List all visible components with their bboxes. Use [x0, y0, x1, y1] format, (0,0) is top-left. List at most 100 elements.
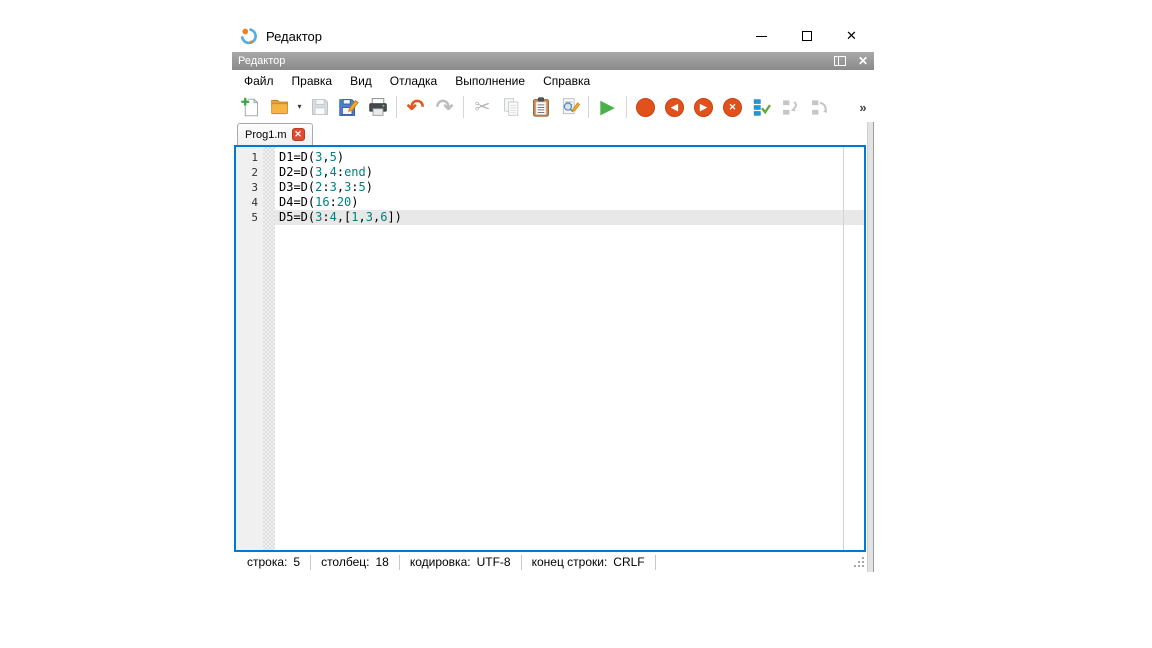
- window-controls: ✕: [739, 20, 874, 52]
- code-token: :: [330, 195, 337, 209]
- previous-breakpoint-button[interactable]: ◀: [660, 94, 689, 121]
- new-file-button[interactable]: [236, 94, 265, 121]
- code-line-3[interactable]: D3=D(2:3,3:5): [275, 180, 864, 195]
- close-icon: ✕: [846, 28, 857, 44]
- code-token: ,: [337, 180, 344, 194]
- save-button[interactable]: [305, 94, 334, 121]
- code-token: ,[: [337, 210, 351, 224]
- code-token: ): [366, 165, 373, 179]
- dock-close-icon[interactable]: ✕: [858, 55, 868, 67]
- status-eol-label: конец строки:: [532, 555, 608, 569]
- run-button[interactable]: ▶: [593, 94, 622, 121]
- code-token: 5: [359, 180, 366, 194]
- toolbar-overflow-button[interactable]: »: [855, 92, 871, 122]
- toolbar-separator: [463, 96, 464, 118]
- menu-item-edit[interactable]: Правка: [283, 72, 342, 90]
- paste-button[interactable]: [526, 94, 555, 121]
- code-line-5[interactable]: D5=D(3:4,[1,3,6]): [275, 210, 864, 225]
- minimize-button[interactable]: [739, 20, 784, 52]
- maximize-icon: [802, 31, 812, 41]
- save-as-icon: [338, 97, 359, 118]
- code-line-1[interactable]: D1=D(3,5): [275, 150, 864, 165]
- code-token: ]): [387, 210, 401, 224]
- code-token: ): [337, 150, 344, 164]
- code-token: ): [351, 195, 358, 209]
- code-line-2[interactable]: D2=D(3,4:end): [275, 165, 864, 180]
- toggle-breakpoint-button[interactable]: [631, 94, 660, 121]
- code-token: :: [351, 180, 358, 194]
- line-number[interactable]: 5: [236, 210, 263, 225]
- save-as-button[interactable]: [334, 94, 363, 121]
- new-file-icon: [240, 96, 261, 118]
- toolbar-separator: [626, 96, 627, 118]
- line-number[interactable]: 4: [236, 195, 263, 210]
- long-line-marker: [843, 147, 844, 550]
- app-logo-icon: [240, 27, 258, 45]
- find-replace-button[interactable]: [555, 94, 584, 121]
- undo-button[interactable]: ↶: [401, 94, 430, 121]
- code-line-4[interactable]: D4=D(16:20): [275, 195, 864, 210]
- menu-item-view[interactable]: Вид: [341, 72, 381, 90]
- code-area[interactable]: D1=D(3,5)D2=D(3,4:end)D3=D(2:3,3:5)D4=D(…: [275, 147, 864, 550]
- dock-titlebar[interactable]: Редактор ✕: [232, 52, 874, 70]
- step-out-button[interactable]: [805, 94, 834, 121]
- copy-button[interactable]: [497, 94, 526, 121]
- line-number[interactable]: 2: [236, 165, 263, 180]
- print-icon: [367, 97, 389, 117]
- breakpoint-icon: [636, 98, 655, 117]
- copy-icon: [502, 97, 522, 117]
- menu-item-debug[interactable]: Отладка: [381, 72, 446, 90]
- cut-icon: ✂: [475, 98, 491, 117]
- tabbar: Prog1.m ✕: [232, 122, 874, 145]
- status-line-label: строка:: [247, 555, 287, 569]
- code-token: :: [322, 210, 329, 224]
- tab-close-button[interactable]: ✕: [292, 128, 305, 141]
- find-replace-icon: [559, 97, 581, 117]
- maximize-button[interactable]: [784, 20, 829, 52]
- minimize-icon: [756, 36, 767, 37]
- step-in-button[interactable]: [776, 94, 805, 121]
- code-token: 4: [330, 210, 337, 224]
- run-icon: ▶: [600, 98, 615, 117]
- code-token: end: [344, 165, 366, 179]
- window-titlebar: Редактор ✕: [232, 20, 874, 52]
- menu-item-run[interactable]: Выполнение: [446, 72, 534, 90]
- tab-prog1[interactable]: Prog1.m ✕: [237, 123, 313, 145]
- code-token: 1: [351, 210, 358, 224]
- code-token: 3: [366, 210, 373, 224]
- open-dropdown-button[interactable]: ▾: [294, 94, 305, 121]
- redo-icon: ↷: [436, 97, 454, 118]
- toolbar: ▾: [232, 92, 874, 122]
- resize-grip-icon[interactable]: [862, 565, 864, 567]
- editor-window: Редактор ✕ Редактор ✕ Файл Правка Вид От…: [232, 20, 874, 572]
- next-breakpoint-button[interactable]: ▶: [689, 94, 718, 121]
- print-button[interactable]: [363, 94, 392, 121]
- window-title: Редактор: [266, 29, 322, 44]
- close-button[interactable]: ✕: [829, 20, 874, 52]
- remove-breakpoints-icon: ✕: [723, 98, 742, 117]
- menu-item-file[interactable]: Файл: [235, 72, 283, 90]
- code-token: D1=D(: [279, 150, 315, 164]
- code-token: ,: [322, 150, 329, 164]
- step-in-icon: [781, 98, 801, 117]
- open-file-button[interactable]: [265, 94, 294, 121]
- cut-button[interactable]: ✂: [468, 94, 497, 121]
- status-column-label: столбец:: [321, 555, 369, 569]
- code-token: ): [366, 180, 373, 194]
- code-token: 4: [330, 165, 337, 179]
- line-number[interactable]: 1: [236, 150, 263, 165]
- fold-margin[interactable]: [263, 147, 275, 550]
- previous-breakpoint-icon: ◀: [665, 98, 684, 117]
- scrollbar-gutter: [867, 122, 874, 572]
- line-number[interactable]: 3: [236, 180, 263, 195]
- code-token: 5: [330, 150, 337, 164]
- menubar: Файл Правка Вид Отладка Выполнение Справ…: [232, 70, 874, 92]
- step-button[interactable]: [747, 94, 776, 121]
- redo-button[interactable]: ↷: [430, 94, 459, 121]
- code-token: ,: [359, 210, 366, 224]
- remove-breakpoints-button[interactable]: ✕: [718, 94, 747, 121]
- line-number-gutter[interactable]: 12345: [236, 147, 263, 550]
- statusbar: строка: 5 столбец: 18 кодировка: UTF-8 к…: [232, 552, 874, 572]
- undock-icon[interactable]: [834, 56, 846, 66]
- menu-item-help[interactable]: Справка: [534, 72, 599, 90]
